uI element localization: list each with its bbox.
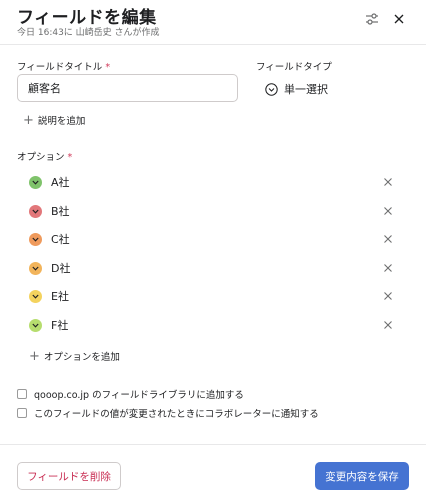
add-description-label: 説明を追加 (37, 116, 86, 127)
dialog-header: フィールドを編集 今日 16:43に 山崎岳史 さんが作成 (0, 0, 426, 44)
field-title-input[interactable] (17, 74, 238, 102)
remove-option-button[interactable] (382, 262, 394, 274)
delete-field-button[interactable]: フィールドを削除 (17, 462, 121, 490)
add-option-button[interactable]: + オプションを追加 (29, 348, 120, 364)
add-to-library-checkbox[interactable] (17, 389, 27, 399)
option-row: F社 (29, 315, 399, 335)
option-label: D社 (51, 262, 71, 275)
option-color-dot[interactable] (29, 261, 42, 275)
option-label: E社 (51, 290, 69, 303)
chevron-down-icon (32, 294, 39, 299)
field-type-value[interactable]: 単一選択 (265, 81, 328, 97)
option-label: C社 (51, 233, 70, 246)
close-icon (384, 207, 392, 215)
options-label: オプション * (17, 152, 73, 163)
option-row: D社 (29, 258, 399, 278)
close-icon (394, 14, 404, 24)
header-divider (0, 44, 426, 45)
remove-option-button[interactable] (382, 233, 394, 245)
close-icon (384, 178, 392, 186)
plus-icon: + (23, 112, 34, 128)
required-mark: * (67, 152, 73, 163)
footer-divider (0, 444, 426, 445)
chevron-circle-icon (265, 82, 278, 96)
option-row: A社 (29, 172, 399, 192)
checkbox-row: qooop.co.jp のフィールドライブラリに追加する (17, 387, 244, 401)
remove-option-button[interactable] (382, 205, 394, 217)
option-color-dot[interactable] (29, 289, 42, 303)
field-type-text: 単一選択 (284, 83, 328, 96)
remove-option-button[interactable] (382, 176, 394, 188)
option-color-dot[interactable] (29, 232, 42, 246)
option-label: B社 (51, 205, 70, 218)
option-color-dot[interactable] (29, 175, 42, 189)
option-row: B社 (29, 201, 399, 221)
save-changes-button[interactable]: 変更内容を保存 (315, 462, 409, 490)
plus-icon: + (29, 348, 40, 364)
close-button[interactable] (391, 11, 407, 27)
close-icon (384, 264, 392, 272)
close-icon (384, 292, 392, 300)
remove-option-button[interactable] (382, 290, 394, 302)
checkbox-label: qooop.co.jp のフィールドライブラリに追加する (34, 390, 244, 401)
field-type-label: フィールドタイプ (256, 62, 332, 73)
checkbox-label: このフィールドの値が変更されたときにコラボレーターに通知する (34, 409, 319, 420)
chevron-down-icon (32, 237, 39, 242)
chevron-down-icon (32, 180, 39, 185)
add-description-button[interactable]: + 説明を追加 (23, 112, 86, 128)
option-row: C社 (29, 229, 399, 249)
close-icon (384, 321, 392, 329)
remove-option-button[interactable] (382, 319, 394, 331)
option-row: E社 (29, 286, 399, 306)
checkbox-row: このフィールドの値が変更されたときにコラボレーターに通知する (17, 406, 319, 420)
option-color-dot[interactable] (29, 204, 42, 218)
chevron-down-icon (32, 266, 39, 271)
sliders-icon (366, 13, 378, 25)
option-color-dot[interactable] (29, 318, 42, 332)
notify-collaborators-checkbox[interactable] (17, 408, 27, 418)
add-option-label: オプションを追加 (43, 352, 120, 363)
sliders-button[interactable] (364, 11, 380, 27)
option-label: F社 (51, 319, 69, 332)
chevron-down-icon (32, 209, 39, 214)
chevron-down-icon (32, 323, 39, 328)
field-title-label: フィールドタイトル * (17, 62, 111, 73)
close-icon (384, 235, 392, 243)
dialog-subtitle: 今日 16:43に 山崎岳史 さんが作成 (17, 28, 160, 38)
option-label: A社 (51, 176, 70, 189)
required-mark: * (105, 62, 111, 73)
